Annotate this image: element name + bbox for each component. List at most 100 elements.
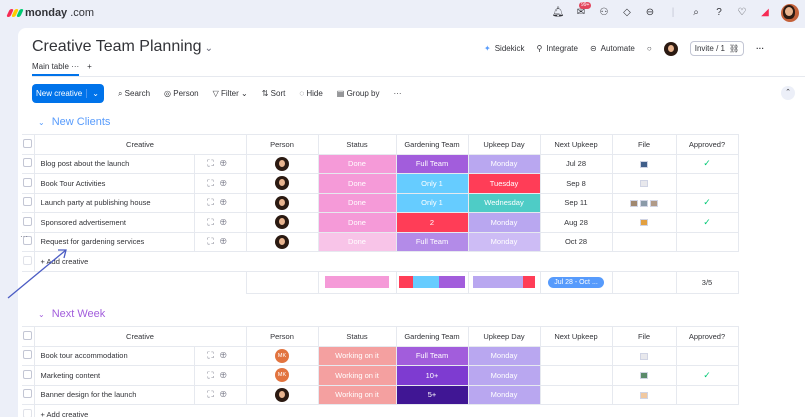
next-upkeep-cell[interactable]: Jul 28 (539, 153, 613, 174)
add-item-button[interactable]: + Add creative (33, 251, 738, 272)
add-update-icon[interactable]: ⊕ (220, 370, 233, 380)
column-header[interactable]: Upkeep Day (467, 326, 541, 347)
file-cell[interactable] (611, 173, 677, 194)
column-header[interactable]: Gardening Team (395, 326, 469, 347)
person-cell[interactable] (245, 212, 319, 233)
file-thumbnail[interactable] (640, 199, 648, 207)
file-cell[interactable] (611, 231, 677, 252)
status-cell[interactable]: Working on it (317, 384, 397, 405)
row-select-cell[interactable] (20, 153, 35, 174)
approved-cell[interactable]: ✓ (675, 212, 739, 233)
person-cell[interactable] (245, 231, 319, 252)
table-row[interactable]: Request for gardening services ⛶⊕ Done Full… (20, 231, 739, 252)
hide-button[interactable]: ◌ Hide (299, 89, 322, 98)
open-item-icon[interactable]: ⛶ (207, 236, 219, 246)
column-header[interactable]: Approved? (675, 326, 739, 347)
person-cell[interactable]: MK (245, 365, 319, 386)
item-name[interactable]: Request for gardening services (41, 237, 145, 246)
person-cell[interactable] (245, 192, 319, 213)
person-avatar[interactable] (275, 387, 289, 402)
filter-button[interactable]: ▽ Filter ⌄ (213, 89, 248, 98)
file-cell[interactable] (611, 384, 677, 405)
person-filter-button[interactable]: ◎ Person (164, 89, 199, 98)
table-row[interactable]: Marketing content ⛶⊕ MK Working on it 10+ Mon… (20, 365, 739, 386)
next-upkeep-cell[interactable]: Sep 8 (539, 173, 613, 194)
item-name[interactable]: Sponsored advertisement (41, 218, 126, 227)
item-actions-cell[interactable]: ⛶⊕ (193, 173, 247, 194)
status-cell[interactable]: Done (317, 192, 397, 213)
help-circle-icon[interactable]: ⊖ (643, 6, 657, 20)
team-cell[interactable]: Full Team (395, 345, 469, 366)
group-name[interactable]: Next Week (52, 308, 106, 320)
file-thumbnail[interactable] (640, 180, 648, 188)
approved-cell[interactable]: ✓ (675, 153, 739, 174)
next-upkeep-summary[interactable]: Jul 28 - Oct ... (539, 270, 613, 294)
automate-button[interactable]: ⊝ Automate (590, 44, 635, 53)
item-actions-cell[interactable]: ⛶⊕ (193, 365, 247, 386)
file-cell[interactable] (611, 192, 677, 213)
team-cell[interactable]: 5+ (395, 384, 469, 405)
table-row[interactable]: Book Tour Activities ⛶⊕ Done Only 1 Tuesday S… (20, 173, 739, 194)
file-cell[interactable] (611, 153, 677, 174)
column-header[interactable]: Status (317, 326, 397, 347)
person-cell[interactable]: MK (245, 345, 319, 366)
upkeep-day-cell[interactable]: Tuesday (467, 173, 541, 194)
team-cell[interactable]: Full Team (395, 153, 469, 174)
open-item-icon[interactable]: ⛶ (207, 350, 219, 360)
item-name-cell[interactable]: Blog post about the launch (33, 153, 195, 174)
checkbox[interactable] (24, 158, 33, 168)
row-select-cell[interactable] (20, 192, 35, 213)
item-name[interactable]: Blog post about the launch (41, 159, 130, 168)
next-upkeep-cell[interactable] (539, 345, 613, 366)
checkbox[interactable] (24, 177, 33, 187)
row-select-cell[interactable] (20, 365, 35, 386)
item-name-cell[interactable]: Launch party at publishing house (33, 192, 195, 213)
team-cell[interactable]: 10+ (395, 365, 469, 386)
file-cell[interactable] (611, 212, 677, 233)
approved-cell[interactable] (675, 231, 739, 252)
group-name[interactable]: New Clients (52, 116, 111, 128)
add-update-icon[interactable]: ⊕ (220, 350, 233, 360)
chevron-down-icon[interactable]: ⌄ (86, 89, 104, 98)
checkbox[interactable] (24, 389, 33, 399)
table-row[interactable]: Launch party at publishing house ⛶⊕ Done On… (20, 192, 739, 213)
new-item-button[interactable]: New creative ⌄ (32, 84, 104, 103)
team-cell[interactable]: Full Team (395, 231, 469, 252)
item-name[interactable]: Launch party at publishing house (41, 198, 151, 207)
invite-members-icon[interactable]: ⚇ (597, 6, 611, 20)
next-upkeep-cell[interactable]: Aug 28 (539, 212, 613, 233)
next-upkeep-cell[interactable] (539, 384, 613, 405)
column-header[interactable]: File (611, 326, 677, 347)
item-actions-cell[interactable]: ⛶⊕ (193, 212, 247, 233)
workspace-logo-icon[interactable]: ◢ (758, 6, 772, 20)
item-actions-cell[interactable]: ⛶⊕ (193, 345, 247, 366)
approved-cell[interactable] (675, 173, 739, 194)
add-update-icon[interactable]: ⊕ (220, 236, 233, 246)
item-name-cell[interactable]: Book tour accommodation (33, 345, 195, 366)
person-avatar[interactable] (275, 215, 289, 230)
table-row[interactable]: Sponsored advertisement ⛶⊕ Done 2 Monday Aug … (20, 212, 739, 233)
team-cell[interactable]: 2 (395, 212, 469, 233)
column-header[interactable]: Creative (33, 134, 247, 155)
item-name[interactable]: Banner design for the launch (41, 390, 137, 399)
column-header[interactable]: Person (245, 134, 319, 155)
item-actions-cell[interactable]: ⛶⊕ (193, 153, 247, 174)
item-name-cell[interactable]: Banner design for the launch (33, 384, 195, 405)
select-all-cell[interactable] (20, 326, 35, 347)
column-header[interactable]: Status (317, 134, 397, 155)
group-header-next-week[interactable]: ⌄ Next Week (38, 308, 105, 320)
checkbox[interactable] (24, 197, 33, 207)
row-select-cell[interactable] (20, 212, 35, 233)
group-by-button[interactable]: ▤ Group by (337, 89, 380, 98)
checkbox[interactable] (24, 350, 33, 360)
help-icon[interactable]: ? (712, 6, 726, 20)
open-item-icon[interactable]: ⛶ (207, 197, 219, 207)
search-button[interactable]: ⌕ Search (118, 89, 150, 99)
person-avatar[interactable] (275, 234, 289, 249)
open-item-icon[interactable]: ⛶ (207, 389, 219, 399)
file-thumbnail[interactable] (630, 199, 638, 207)
item-actions-cell[interactable]: ⛶⊕ (193, 231, 247, 252)
next-upkeep-cell[interactable]: Oct 28 (539, 231, 613, 252)
chevron-down-icon[interactable]: ⌄ (38, 118, 45, 127)
board-title[interactable]: Creative Team Planning ⌄ (32, 38, 213, 56)
